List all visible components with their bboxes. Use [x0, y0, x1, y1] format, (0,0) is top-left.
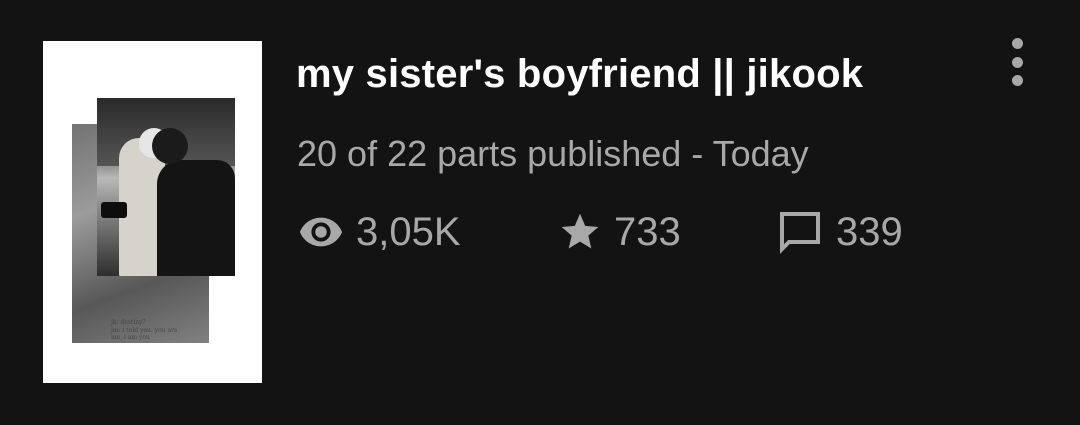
votes-stat: 733: [558, 207, 681, 257]
cover-photo-camera: [101, 202, 127, 218]
parts-status: 20 of 22 parts published - Today: [297, 133, 809, 174]
comments-stat: 339: [776, 207, 903, 257]
views-count: 3,05K: [356, 209, 461, 254]
votes-count: 733: [614, 209, 681, 254]
eye-icon: [298, 209, 344, 255]
cover-photo-head-dark: [152, 128, 188, 164]
cover-front-photo: [97, 98, 235, 276]
comments-count: 339: [836, 209, 903, 254]
cover-photo-person-dark: [157, 160, 235, 276]
story-stats: 3,05K 733 339: [298, 207, 938, 257]
comment-icon: [776, 208, 824, 256]
views-stat: 3,05K: [298, 207, 461, 257]
more-options-button[interactable]: [1004, 38, 1030, 86]
story-cover[interactable]: jk: destiny? jm: i told you. you are me,…: [43, 41, 262, 383]
story-title[interactable]: my sister's boyfriend || jikook: [296, 52, 863, 97]
more-vertical-icon-dot: [1011, 56, 1023, 68]
cover-caption: jk: destiny? jm: i told you. you are me,…: [111, 319, 178, 341]
star-icon: [558, 210, 602, 254]
story-card[interactable]: jk: destiny? jm: i told you. you are me,…: [0, 0, 1080, 425]
more-vertical-icon-dot: [1011, 75, 1023, 86]
more-vertical-icon: [1011, 38, 1023, 49]
